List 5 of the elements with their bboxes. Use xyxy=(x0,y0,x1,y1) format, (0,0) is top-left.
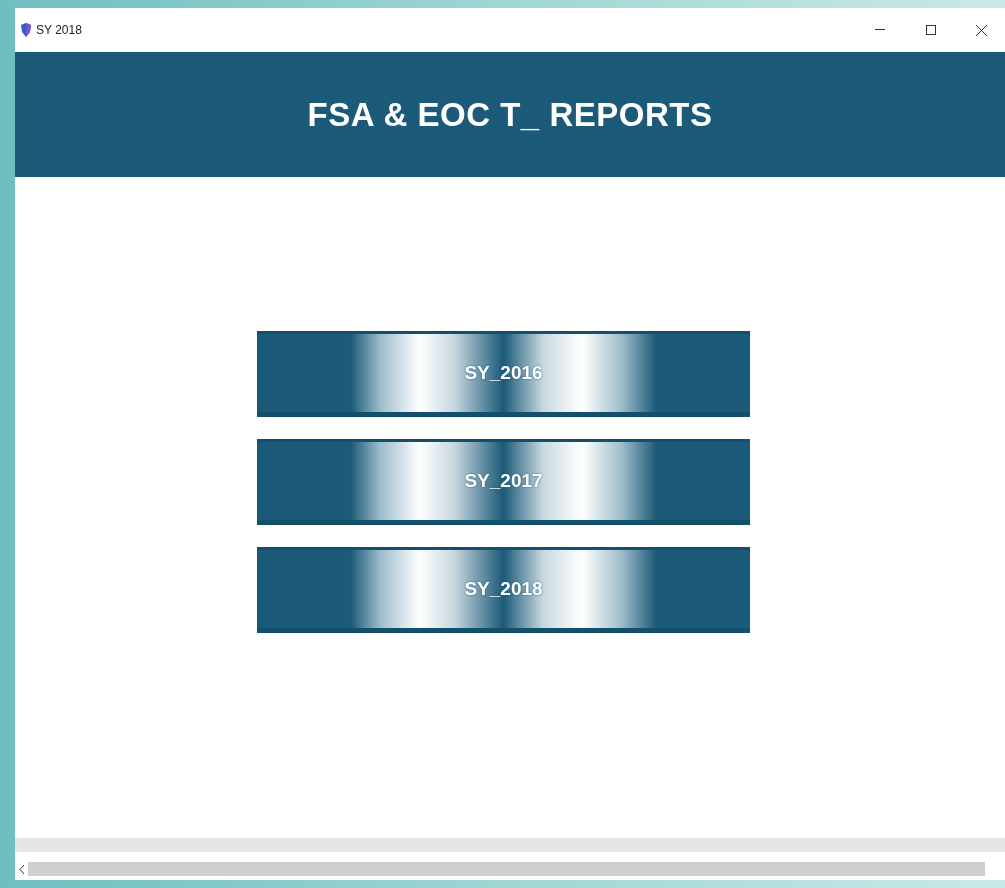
window-title: SY 2018 xyxy=(36,23,83,37)
scroll-left-icon[interactable] xyxy=(19,864,25,874)
shield-icon xyxy=(20,23,32,37)
page-title: FSA & EOC T_ REPORTS xyxy=(307,95,713,134)
horizontal-scrollbar[interactable] xyxy=(28,862,985,876)
